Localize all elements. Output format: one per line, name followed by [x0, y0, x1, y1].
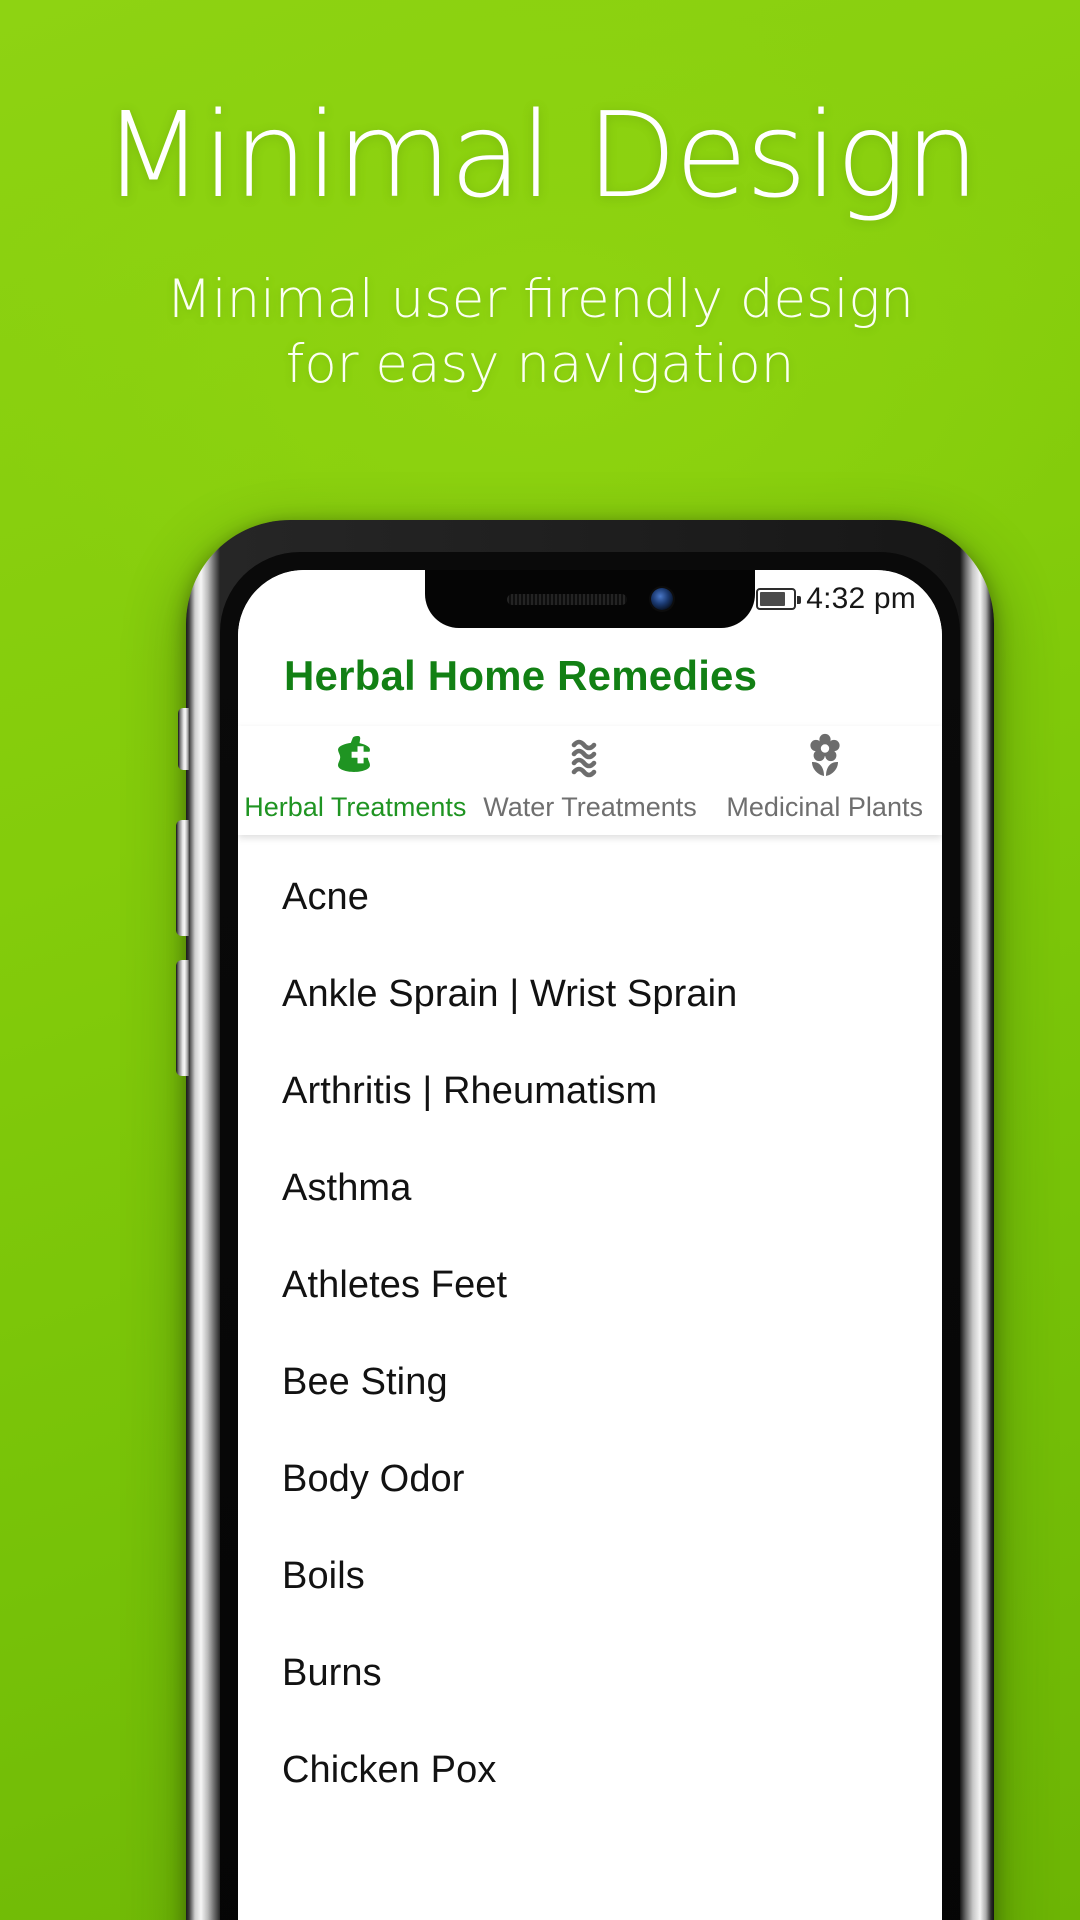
list-item[interactable]: Ankle Sprain | Wrist Sprain	[238, 946, 942, 1043]
app-screen: 4:32 pm Herbal Home Remedies Herbal Trea…	[238, 570, 942, 1920]
list-item[interactable]: Chicken Pox	[238, 1722, 942, 1819]
volume-down-button[interactable]	[176, 960, 190, 1076]
tab-label: Water Treatments	[483, 792, 697, 822]
mute-switch[interactable]	[178, 708, 190, 770]
promo-subtitle-line-1: Minimal user firendly design	[166, 269, 914, 330]
tab-label: Medicinal Plants	[726, 792, 923, 822]
list-item[interactable]: Acne	[238, 849, 942, 946]
app-bar: Herbal Home Remedies	[238, 628, 942, 726]
front-camera-icon	[651, 588, 673, 610]
phone-screen: 4:32 pm Herbal Home Remedies Herbal Trea…	[238, 570, 942, 1920]
tab-medicinal-plants[interactable]: Medicinal Plants	[707, 732, 942, 823]
herbal-pouch-plus-icon	[327, 732, 383, 780]
list-item[interactable]: Asthma	[238, 1140, 942, 1237]
speaker-grille-icon	[507, 593, 627, 605]
remedies-list[interactable]: Acne Ankle Sprain | Wrist Sprain Arthrit…	[238, 835, 942, 1920]
water-waves-icon	[562, 732, 618, 780]
list-item[interactable]: Boils	[238, 1528, 942, 1625]
tab-label: Herbal Treatments	[244, 792, 467, 822]
promo-screenshot: Minimal Design Minimal user firendly des…	[0, 0, 1080, 1920]
battery-icon	[756, 588, 802, 610]
list-item[interactable]: Body Odor	[238, 1431, 942, 1528]
tab-bar: Herbal Treatments Water Treatments Medic…	[238, 726, 942, 835]
phone-notch	[425, 570, 755, 628]
page-title: Herbal Home Remedies	[284, 652, 758, 699]
status-bar-clock: 4:32 pm	[806, 582, 916, 615]
volume-up-button[interactable]	[176, 820, 190, 936]
phone-mockup: 4:32 pm Herbal Home Remedies Herbal Trea…	[90, 520, 994, 1920]
tab-herbal-treatments[interactable]: Herbal Treatments	[238, 732, 473, 823]
promo-copy-block: Minimal Design Minimal user firendly des…	[0, 0, 1080, 397]
promo-headline: Minimal Design	[102, 86, 979, 224]
list-item[interactable]: Bee Sting	[238, 1334, 942, 1431]
tab-water-treatments[interactable]: Water Treatments	[473, 732, 708, 823]
list-item[interactable]: Athletes Feet	[238, 1237, 942, 1334]
promo-subtitle: Minimal user firendly design for easy na…	[0, 268, 1080, 397]
list-item[interactable]: Arthritis | Rheumatism	[238, 1043, 942, 1140]
flower-plant-icon	[797, 732, 853, 780]
promo-subtitle-line-2: for easy navigation	[285, 333, 795, 395]
list-item[interactable]: Burns	[238, 1625, 942, 1722]
